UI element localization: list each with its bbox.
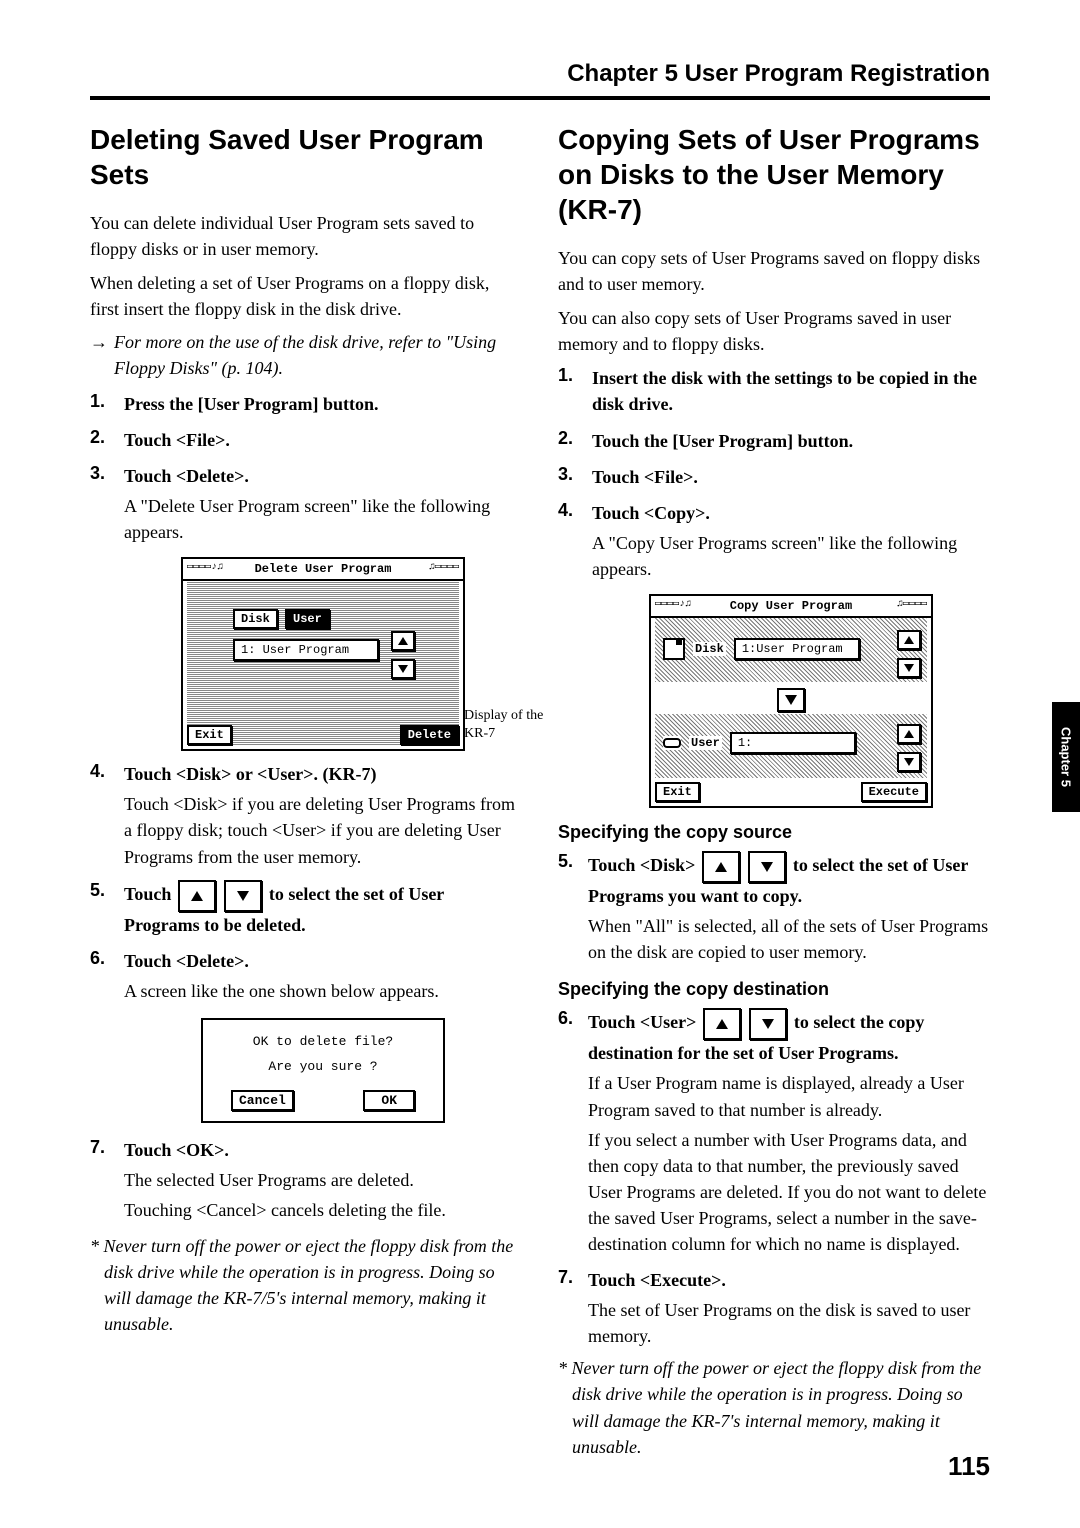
delete-user-program-screen: ▭▭▭▭♪♫ Delete User Program ♫▭▭▭▭ Disk Us… bbox=[181, 557, 465, 751]
left-footnote: Never turn off the power or eject the fl… bbox=[104, 1233, 522, 1337]
right-step-6-note1: If a User Program name is displayed, alr… bbox=[588, 1070, 990, 1122]
left-intro-1: You can delete individual User Program s… bbox=[90, 210, 522, 262]
lcd1-disk-button[interactable]: Disk bbox=[233, 609, 278, 629]
lcd1-user-button[interactable]: User bbox=[285, 609, 330, 629]
lcd2-user-item: 1: bbox=[730, 732, 856, 754]
subhead-copy-dest: Specifying the copy destination bbox=[558, 979, 990, 1000]
lcd2-disk-down-button[interactable] bbox=[897, 658, 921, 678]
lcd1-caption: Display of the KR-7 bbox=[464, 707, 544, 742]
lcd2-title: Copy User Program bbox=[730, 599, 852, 613]
lcd-deco-left-icon: ▭▭▭▭♪♫ bbox=[187, 561, 223, 573]
floppy-icon bbox=[663, 638, 685, 660]
copy-user-program-screen: ▭▭▭▭♪♫ Copy User Program ♫▭▭▭▭ Disk 1:Us… bbox=[649, 594, 933, 808]
right-step-5-note: When "All" is selected, all of the sets … bbox=[588, 913, 990, 965]
up-arrow-icon[interactable] bbox=[178, 880, 216, 912]
right-step-6: Touch <User> to select the copy destinat… bbox=[588, 1008, 990, 1066]
section-title-deleting: Deleting Saved User Program Sets bbox=[90, 122, 522, 192]
page-number: 115 bbox=[948, 1451, 990, 1482]
left-column: Deleting Saved User Program Sets You can… bbox=[90, 122, 522, 1460]
right-intro-1: You can copy sets of User Programs saved… bbox=[558, 245, 990, 297]
lcd1-exit-button[interactable]: Exit bbox=[187, 725, 232, 745]
lcd-deco-left-icon: ▭▭▭▭♪♫ bbox=[655, 598, 691, 610]
memory-icon bbox=[663, 736, 681, 750]
lcd-deco-right-icon: ♫▭▭▭▭ bbox=[897, 598, 927, 610]
down-arrow-icon[interactable] bbox=[748, 851, 786, 883]
right-step-4-note: A "Copy User Programs screen" like the f… bbox=[592, 530, 990, 582]
lcd2-disk-item: 1:User Program bbox=[734, 638, 860, 660]
confirm-delete-dialog: OK to delete file? Are you sure ? Cancel… bbox=[201, 1018, 445, 1123]
down-arrow-icon[interactable] bbox=[749, 1008, 787, 1040]
right-intro-2: You can also copy sets of User Programs … bbox=[558, 305, 990, 357]
left-step-3-note: A "Delete User Program screen" like the … bbox=[124, 493, 522, 545]
lcd-deco-right-icon: ♫▭▭▭▭ bbox=[429, 561, 459, 573]
lcd2-disk-label: Disk bbox=[693, 642, 726, 656]
lcd2-user-down-button[interactable] bbox=[897, 752, 921, 772]
right-step-2: Touch the [User Program] button. bbox=[592, 428, 990, 454]
left-step-7: Touch <OK>. bbox=[124, 1137, 522, 1163]
dialog-cancel-button[interactable]: Cancel bbox=[231, 1090, 294, 1111]
lcd2-exit-button[interactable]: Exit bbox=[655, 782, 700, 802]
dialog-ok-button[interactable]: OK bbox=[363, 1090, 415, 1111]
lcd2-user-up-button[interactable] bbox=[897, 724, 921, 744]
section-title-copying: Copying Sets of User Programs on Disks t… bbox=[558, 122, 990, 227]
up-arrow-icon[interactable] bbox=[703, 1008, 741, 1040]
lcd1-down-button[interactable] bbox=[391, 659, 415, 679]
left-step-7-note1: The selected User Programs are deleted. bbox=[124, 1167, 522, 1193]
left-step-6-note: A screen like the one shown below appear… bbox=[124, 978, 522, 1004]
right-step-4: Touch <Copy>. bbox=[592, 500, 990, 526]
left-step-3: Touch <Delete>. bbox=[124, 463, 522, 489]
right-column: Copying Sets of User Programs on Disks t… bbox=[558, 122, 990, 1460]
left-step-6: Touch <Delete>. bbox=[124, 948, 522, 974]
right-step-7: Touch <Execute>. bbox=[588, 1267, 990, 1293]
up-arrow-icon[interactable] bbox=[702, 851, 740, 883]
left-step-4-note: Touch <Disk> if you are deleting User Pr… bbox=[124, 791, 522, 869]
lcd1-item-field: 1: User Program bbox=[233, 639, 379, 661]
lcd2-execute-button[interactable]: Execute bbox=[861, 782, 927, 802]
lcd2-disk-up-button[interactable] bbox=[897, 630, 921, 650]
lcd1-delete-button[interactable]: Delete bbox=[400, 725, 459, 745]
subhead-copy-source: Specifying the copy source bbox=[558, 822, 990, 843]
left-step-5: Touch to select the set of User Programs… bbox=[124, 880, 522, 938]
left-step-2: Touch <File>. bbox=[124, 427, 522, 453]
right-step-7-note: The set of User Programs on the disk is … bbox=[588, 1297, 990, 1349]
chapter-header: Chapter 5 User Program Registration bbox=[90, 60, 990, 88]
right-step-6-note2: If you select a number with User Program… bbox=[588, 1127, 990, 1257]
left-step-1: Press the [User Program] button. bbox=[124, 391, 522, 417]
lcd2-user-label: User bbox=[689, 736, 722, 750]
right-step-5: Touch <Disk> to select the set of User P… bbox=[588, 851, 990, 909]
side-chapter-tab: Chapter 5 bbox=[1052, 702, 1080, 812]
lcd2-transfer-down-icon bbox=[777, 688, 805, 712]
down-arrow-icon[interactable] bbox=[224, 880, 262, 912]
right-step-3: Touch <File>. bbox=[592, 464, 990, 490]
left-intro-2: When deleting a set of User Programs on … bbox=[90, 270, 522, 322]
left-step-4: Touch <Disk> or <User>. (KR-7) bbox=[124, 761, 522, 787]
lcd1-title: Delete User Program bbox=[255, 562, 392, 576]
dialog-line2: Are you sure ? bbox=[213, 1059, 433, 1074]
header-rule bbox=[90, 96, 990, 100]
left-xref: For more on the use of the disk drive, r… bbox=[114, 330, 522, 380]
dialog-line1: OK to delete file? bbox=[213, 1034, 433, 1049]
left-step-7-note2: Touching <Cancel> cancels deleting the f… bbox=[124, 1197, 522, 1223]
lcd1-up-button[interactable] bbox=[391, 631, 415, 651]
right-footnote: Never turn off the power or eject the fl… bbox=[572, 1355, 990, 1459]
right-step-1: Insert the disk with the settings to be … bbox=[592, 365, 990, 417]
